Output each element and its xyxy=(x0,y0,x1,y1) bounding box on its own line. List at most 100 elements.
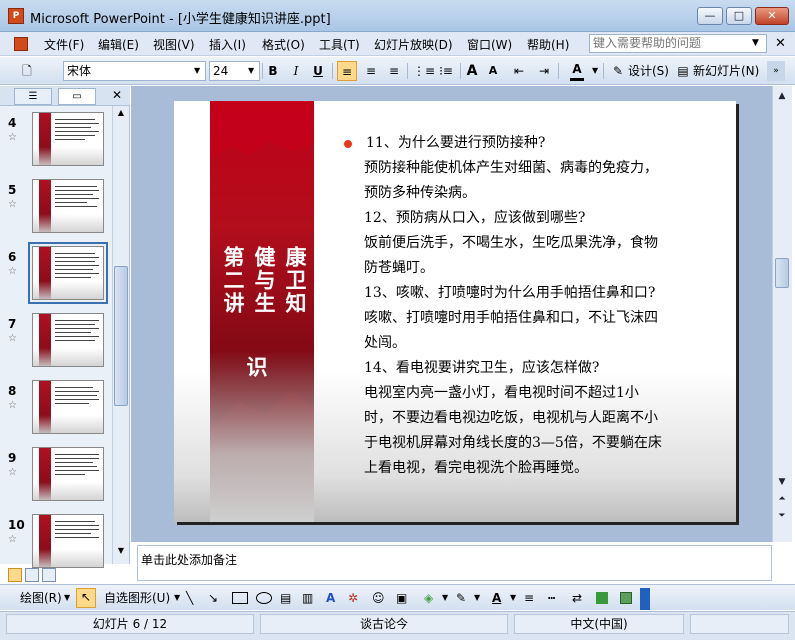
draw-dropdown-icon[interactable]: ▼ xyxy=(64,590,70,606)
wordart-icon[interactable]: A xyxy=(326,590,335,606)
bold-button[interactable]: B xyxy=(265,61,281,81)
menu-slideshow[interactable]: 幻灯片放映(D) xyxy=(374,36,453,53)
draw-menu-button[interactable]: 绘图(R) xyxy=(20,590,62,606)
font-color-dropdown-icon[interactable]: ▼ xyxy=(592,66,598,75)
slideshow-view-icon[interactable] xyxy=(42,568,56,582)
diagram-icon[interactable]: ✲ xyxy=(348,590,358,606)
font-name-dropdown-icon[interactable]: ▼ xyxy=(194,66,200,75)
slide-text-box[interactable]: 11、为什么要进行预防接种? 预防接种能使机体产生对细菌、病毒的免疫力， 预防多… xyxy=(344,131,704,481)
help-search-input[interactable]: 键入需要帮助的问题 xyxy=(589,34,767,53)
status-extra-panel xyxy=(690,614,789,634)
menu-tools[interactable]: 工具(T) xyxy=(319,36,360,53)
font-size-dropdown-icon[interactable]: ▼ xyxy=(248,66,254,75)
panel-close-icon[interactable]: ✕ xyxy=(112,88,122,102)
slide-thumbnail[interactable] xyxy=(32,112,104,166)
toolbar-options-icon[interactable]: » xyxy=(767,61,785,81)
slide-thumbnail[interactable] xyxy=(32,447,104,501)
decrease-indent-icon[interactable]: ⇤ xyxy=(511,61,527,81)
document-close-icon[interactable]: ✕ xyxy=(775,36,786,51)
document-icon[interactable] xyxy=(14,37,28,51)
arrow-style-icon[interactable]: ⇄ xyxy=(572,590,582,606)
panel-scrollbar[interactable]: ▲ ▼ xyxy=(112,106,129,564)
menu-help[interactable]: 帮助(H) xyxy=(527,36,569,53)
powerpoint-app-icon[interactable]: P xyxy=(8,8,24,24)
menu-edit[interactable]: 编辑(E) xyxy=(98,36,139,53)
line-style-icon[interactable]: ≡ xyxy=(524,590,534,606)
slide-text-line: 预防多种传染病。 xyxy=(364,185,476,201)
align-left-icon[interactable]: ≡ xyxy=(337,61,357,81)
slides-tab-icon[interactable]: ▭ xyxy=(58,88,96,105)
slide-thumbnail[interactable] xyxy=(32,179,104,233)
slide-thumbnail[interactable] xyxy=(32,313,104,367)
oval-tool-icon[interactable] xyxy=(256,592,272,604)
increase-indent-icon[interactable]: ⇥ xyxy=(536,61,552,81)
slide-thumbnail[interactable] xyxy=(32,514,104,568)
dash-style-icon[interactable]: ┅ xyxy=(548,590,555,606)
normal-view-icon[interactable] xyxy=(8,568,22,582)
slide-thumbnail-row[interactable]: 4 ☆ xyxy=(0,112,112,174)
font-color-button[interactable]: A xyxy=(570,61,584,81)
scroll-up-icon[interactable]: ▲ xyxy=(114,108,128,122)
clipart-icon[interactable]: ☺ xyxy=(372,590,385,606)
slide-thumbnail-row[interactable]: 5 ☆ xyxy=(0,179,112,241)
vertical-scrollbar[interactable]: ▲ ▼ ⏶ ⏷ xyxy=(772,86,792,542)
line-color-dropdown-icon[interactable]: ▼ xyxy=(474,590,480,606)
outline-tab-icon[interactable]: ☰ xyxy=(14,88,52,105)
font-color-dropdown-icon[interactable]: ▼ xyxy=(510,590,516,606)
slide-thumbnail-row[interactable]: 9 ☆ xyxy=(0,447,112,509)
close-button[interactable]: ✕ xyxy=(755,7,789,25)
3d-style-icon[interactable] xyxy=(620,592,632,604)
new-slide-button[interactable]: 新幻灯片(N) xyxy=(693,61,763,81)
bullets-icon[interactable]: ⁝≡ xyxy=(437,61,455,81)
next-slide-icon[interactable]: ⏷ xyxy=(774,508,790,524)
select-pointer-icon[interactable]: ↖ xyxy=(76,588,96,608)
line-color-icon[interactable]: ✎ xyxy=(456,590,466,606)
shadow-style-icon[interactable] xyxy=(596,592,608,604)
slide-thumbnail-row[interactable]: 8 ☆ xyxy=(0,380,112,442)
underline-button[interactable]: U xyxy=(310,61,326,81)
current-slide[interactable]: 第二讲 健与生 康卫知 识 11、为什么要进行预防接种? 预防接种能使机体产生对… xyxy=(174,101,736,522)
slide-thumbnail-selected[interactable] xyxy=(28,242,108,304)
menu-file[interactable]: 文件(F) xyxy=(44,36,84,53)
scroll-down-icon[interactable]: ▼ xyxy=(774,474,790,490)
menu-view[interactable]: 视图(V) xyxy=(153,36,195,53)
toolbar-options-icon[interactable] xyxy=(640,588,650,610)
scroll-down-icon[interactable]: ▼ xyxy=(114,546,128,560)
font-color-icon[interactable]: A xyxy=(492,590,501,606)
autoshapes-dropdown-icon[interactable]: ▼ xyxy=(174,590,180,606)
fill-color-dropdown-icon[interactable]: ▼ xyxy=(442,590,448,606)
shrink-font-button[interactable]: A xyxy=(487,61,499,81)
slide-thumbnail-row[interactable]: 7 ☆ xyxy=(0,313,112,375)
design-button[interactable]: 设计(S) xyxy=(628,61,672,81)
slide-sorter-view-icon[interactable] xyxy=(25,568,39,582)
help-dropdown-icon[interactable]: ▼ xyxy=(752,38,759,48)
align-center-icon[interactable]: ≡ xyxy=(362,61,380,81)
fill-color-icon[interactable]: ◈ xyxy=(424,590,433,606)
panel-scroll-thumb[interactable] xyxy=(114,266,128,406)
maximize-button[interactable]: □ xyxy=(726,7,752,25)
menu-window[interactable]: 窗口(W) xyxy=(467,36,512,53)
notes-pane[interactable]: 单击此处添加备注 xyxy=(137,545,772,581)
italic-button[interactable]: I xyxy=(288,61,304,81)
slide-thumbnail-row[interactable]: 6 ☆ xyxy=(0,242,112,308)
textbox-tool-icon[interactable]: ▤ xyxy=(280,590,291,606)
numbering-icon[interactable]: ⋮≡ xyxy=(413,61,435,81)
line-tool-icon[interactable]: ╲ xyxy=(186,590,193,606)
slide-thumbnail-row[interactable]: 10 ☆ xyxy=(0,514,112,576)
scroll-up-icon[interactable]: ▲ xyxy=(774,88,790,104)
slide-thumbnail[interactable] xyxy=(32,380,104,434)
rectangle-tool-icon[interactable] xyxy=(232,592,248,604)
arrow-tool-icon[interactable]: ↘ xyxy=(208,590,218,606)
vertical-textbox-icon[interactable]: ▥ xyxy=(302,590,313,606)
vertical-scroll-thumb[interactable] xyxy=(775,258,789,288)
previous-slide-icon[interactable]: ⏶ xyxy=(774,491,790,507)
align-right-icon[interactable]: ≡ xyxy=(385,61,403,81)
font-name-combo[interactable]: 宋体 xyxy=(63,61,206,81)
menu-insert[interactable]: 插入(I) xyxy=(209,36,246,53)
autoshapes-button[interactable]: 自选图形(U) xyxy=(104,590,170,606)
picture-icon[interactable]: ▣ xyxy=(396,590,407,606)
menu-format[interactable]: 格式(O) xyxy=(262,36,305,53)
grow-font-button[interactable]: A xyxy=(465,61,479,81)
minimize-button[interactable]: — xyxy=(697,7,723,25)
new-document-icon[interactable]: 🗋 xyxy=(18,61,36,81)
